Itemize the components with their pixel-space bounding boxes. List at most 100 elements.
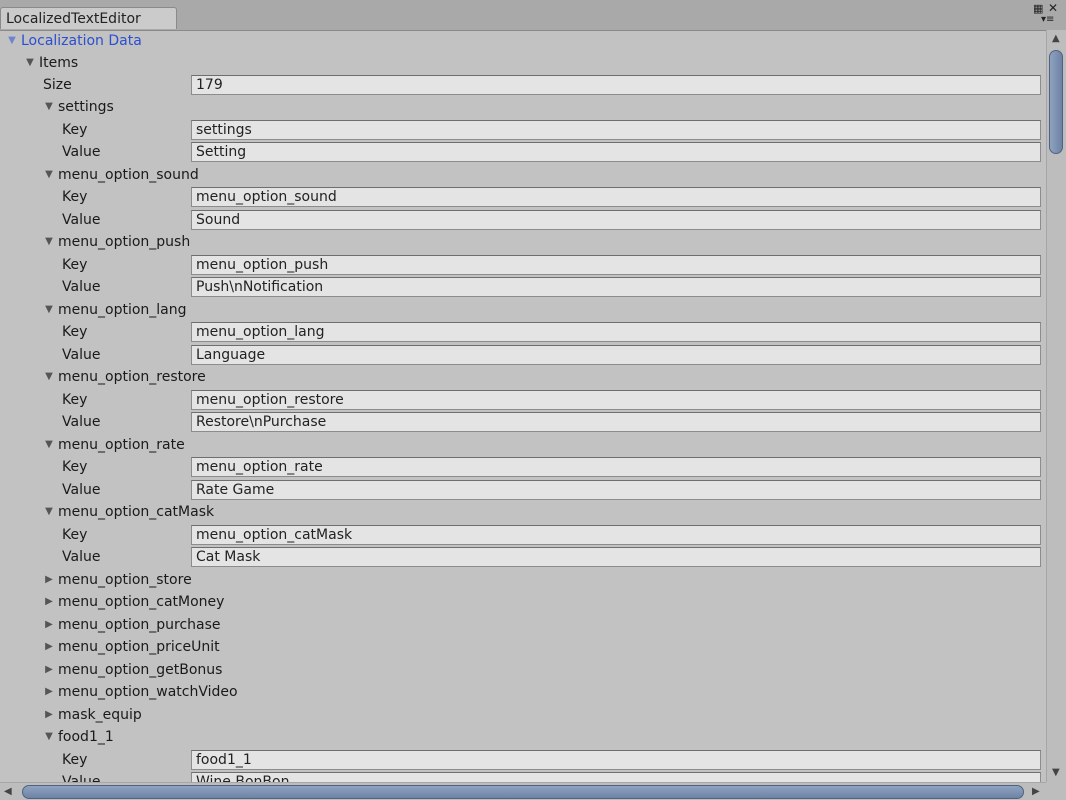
collapse-triangle-icon[interactable]: ▶ (43, 614, 55, 636)
entry-foldout[interactable]: ▼ settings (0, 96, 1046, 118)
key-label: Key (62, 392, 88, 408)
scrollbar-corner (1046, 782, 1066, 800)
value-field[interactable]: Restore\nPurchase (191, 412, 1041, 432)
entry-name: mask_equip (58, 707, 142, 723)
value-label: Value (62, 212, 101, 228)
value-field[interactable]: Language (191, 345, 1041, 365)
value-label: Value (62, 144, 101, 160)
key-field[interactable]: menu_option_push (191, 255, 1041, 275)
collapse-triangle-icon[interactable]: ▶ (43, 681, 55, 703)
collapse-triangle-icon[interactable]: ▶ (43, 569, 55, 591)
entry-name: menu_option_purchase (58, 617, 221, 633)
horizontal-scroll-thumb[interactable] (22, 785, 1024, 799)
value-label: Value (62, 279, 101, 295)
scroll-down-arrow-icon[interactable]: ▼ (1052, 768, 1060, 778)
collapse-triangle-icon[interactable]: ▶ (43, 636, 55, 658)
window-menu-icon[interactable]: ▾≡ (1041, 15, 1054, 25)
entry-foldout[interactable]: ▶ mask_equip (0, 704, 1046, 726)
key-row: Key food1_1 (0, 749, 1046, 771)
entry-foldout[interactable]: ▶ menu_option_priceUnit (0, 636, 1046, 658)
key-row: Key menu_option_push (0, 254, 1046, 276)
value-row: Value Wine BonBon (0, 771, 1046, 782)
entry-foldout[interactable]: ▶ menu_option_catMoney (0, 591, 1046, 613)
key-field[interactable]: menu_option_sound (191, 187, 1041, 207)
expand-triangle-icon[interactable]: ▼ (43, 726, 55, 748)
value-row: Value Push\nNotification (0, 276, 1046, 298)
key-field[interactable]: menu_option_rate (191, 457, 1041, 477)
entry-foldout[interactable]: ▼ menu_option_sound (0, 164, 1046, 186)
close-icon[interactable]: ✕ (1048, 2, 1058, 14)
key-row: Key settings (0, 119, 1046, 141)
foldout-items[interactable]: ▼ Items (0, 52, 1046, 74)
scroll-right-arrow-icon[interactable]: ▶ (1032, 787, 1040, 797)
collapse-triangle-icon[interactable]: ▶ (43, 591, 55, 613)
entry-name: menu_option_lang (58, 302, 187, 318)
expand-triangle-icon[interactable]: ▼ (43, 366, 55, 388)
key-label: Key (62, 257, 88, 273)
value-field[interactable]: Setting (191, 142, 1041, 162)
entry-name: menu_option_restore (58, 369, 206, 385)
key-field[interactable]: menu_option_catMask (191, 525, 1041, 545)
entry-foldout[interactable]: ▼ menu_option_restore (0, 366, 1046, 388)
key-field[interactable]: settings (191, 120, 1041, 140)
value-field[interactable]: Rate Game (191, 480, 1041, 500)
value-label: Value (62, 482, 101, 498)
entry-foldout[interactable]: ▼ menu_option_push (0, 231, 1046, 253)
size-field[interactable]: 179 (191, 75, 1041, 95)
collapse-triangle-icon[interactable]: ▶ (43, 659, 55, 681)
value-label: Value (62, 774, 101, 782)
entry-foldout[interactable]: ▼ food1_1 (0, 726, 1046, 748)
value-row: Value Language (0, 344, 1046, 366)
entry-foldout[interactable]: ▶ menu_option_watchVideo (0, 681, 1046, 703)
scroll-left-arrow-icon[interactable]: ◀ (4, 787, 12, 797)
key-field[interactable]: menu_option_lang (191, 322, 1041, 342)
entry-name: menu_option_watchVideo (58, 684, 238, 700)
vertical-scrollbar[interactable]: ▲ ▼ (1046, 30, 1066, 782)
expand-triangle-icon[interactable]: ▼ (24, 52, 36, 74)
expand-triangle-icon[interactable]: ▼ (43, 96, 55, 118)
key-row: Key menu_option_catMask (0, 524, 1046, 546)
key-label: Key (62, 752, 88, 768)
key-field[interactable]: food1_1 (191, 750, 1041, 770)
value-row: Value Cat Mask (0, 546, 1046, 568)
value-label: Value (62, 414, 101, 430)
entry-name: menu_option_getBonus (58, 662, 223, 678)
entry-foldout[interactable]: ▼ menu_option_catMask (0, 501, 1046, 523)
value-row: Value Rate Game (0, 479, 1046, 501)
expand-triangle-icon[interactable]: ▼ (6, 30, 18, 52)
entry-foldout[interactable]: ▼ menu_option_rate (0, 434, 1046, 456)
key-row: Key menu_option_lang (0, 321, 1046, 343)
size-label: Size (43, 77, 72, 93)
value-row: Value Setting (0, 141, 1046, 163)
entry-name: menu_option_catMask (58, 504, 215, 520)
value-field[interactable]: Wine BonBon (191, 772, 1041, 782)
inspector-panel: ▼ Localization Data ▼ Items Size 179 ▼ se… (0, 30, 1046, 782)
entry-name: food1_1 (58, 729, 114, 745)
key-label: Key (62, 324, 88, 340)
expand-triangle-icon[interactable]: ▼ (43, 164, 55, 186)
entry-foldout[interactable]: ▶ menu_option_purchase (0, 614, 1046, 636)
value-label: Value (62, 549, 101, 565)
expand-triangle-icon[interactable]: ▼ (43, 299, 55, 321)
key-field[interactable]: menu_option_restore (191, 390, 1041, 410)
value-label: Value (62, 347, 101, 363)
horizontal-scrollbar[interactable]: ◀ ▶ (0, 782, 1046, 800)
value-field[interactable]: Sound (191, 210, 1041, 230)
maximize-icon[interactable]: ▦ (1033, 3, 1043, 14)
entry-foldout[interactable]: ▶ menu_option_getBonus (0, 659, 1046, 681)
scroll-up-arrow-icon[interactable]: ▲ (1052, 34, 1060, 44)
tab-localized-text-editor[interactable]: LocalizedTextEditor (0, 7, 177, 29)
entry-foldout[interactable]: ▼ menu_option_lang (0, 299, 1046, 321)
entry-foldout[interactable]: ▶ menu_option_store (0, 569, 1046, 591)
entry-name: menu_option_catMoney (58, 594, 225, 610)
collapse-triangle-icon[interactable]: ▶ (43, 704, 55, 726)
value-field[interactable]: Push\nNotification (191, 277, 1041, 297)
foldout-localization-data[interactable]: ▼ Localization Data (0, 30, 1046, 52)
entry-name: menu_option_push (58, 234, 191, 250)
expand-triangle-icon[interactable]: ▼ (43, 231, 55, 253)
tab-bar: LocalizedTextEditor ▦ ✕ ▾≡ (0, 0, 1066, 31)
value-field[interactable]: Cat Mask (191, 547, 1041, 567)
expand-triangle-icon[interactable]: ▼ (43, 434, 55, 456)
expand-triangle-icon[interactable]: ▼ (43, 501, 55, 523)
vertical-scroll-thumb[interactable] (1049, 50, 1063, 154)
